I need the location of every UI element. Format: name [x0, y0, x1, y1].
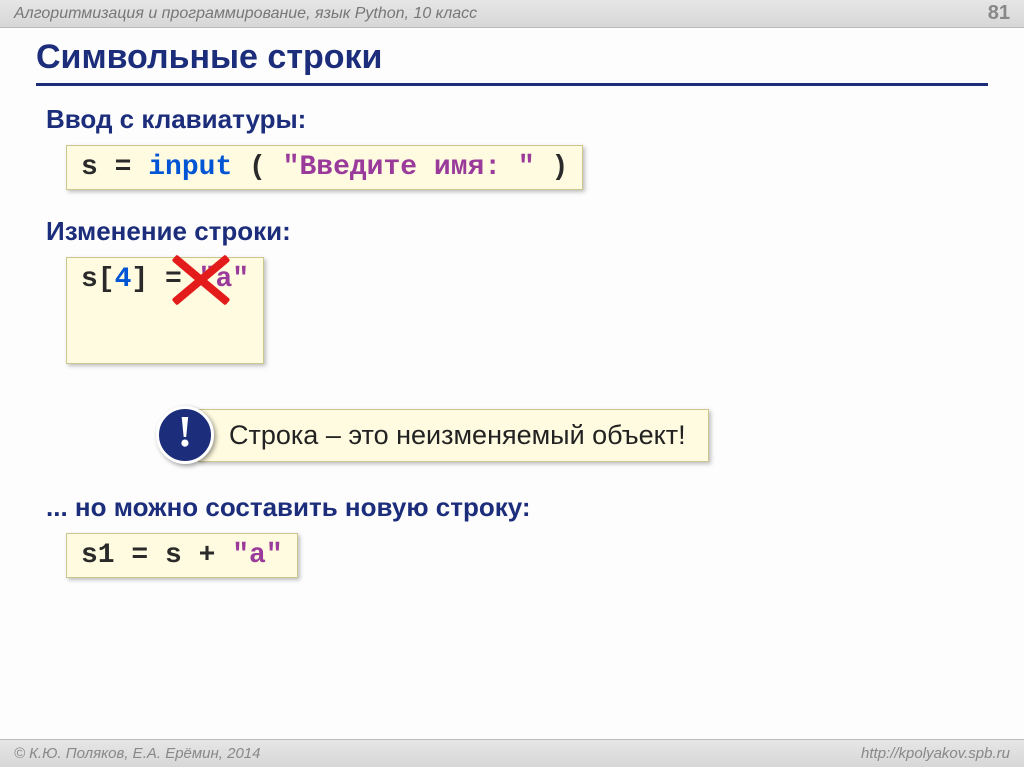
code-input-example: s = input ( "Введите имя: " )	[66, 145, 583, 190]
callout-text: Строка – это неизменяемый объект!	[198, 409, 709, 462]
section-input-heading: Ввод с клавиатуры:	[46, 104, 988, 135]
code-modify-example: s[4] = "a"	[66, 257, 264, 364]
section-compose-heading: ... но можно составить новую строку:	[46, 492, 988, 523]
footer-url: http://kpolyakov.spb.ru	[861, 745, 1010, 762]
slide-content: Символьные строки Ввод с клавиатуры: s =…	[0, 28, 1024, 598]
code-compose-example: s1 = s + "a"	[66, 533, 298, 578]
section-modify-heading: Изменение строки:	[46, 216, 988, 247]
exclamation-icon: !	[156, 406, 214, 464]
copyright-icon: ©	[14, 745, 25, 762]
header-bar: Алгоритмизация и программирование, язык …	[0, 0, 1024, 28]
slide-title: Символьные строки	[36, 38, 988, 86]
copyright: © К.Ю. Поляков, Е.А. Ерёмин, 2014	[14, 745, 260, 762]
copyright-text: К.Ю. Поляков, Е.А. Ерёмин, 2014	[29, 745, 260, 762]
callout: ! Строка – это неизменяемый объект!	[156, 406, 988, 464]
footer-bar: © К.Ю. Поляков, Е.А. Ерёмин, 2014 http:/…	[0, 739, 1024, 767]
page-number: 81	[988, 2, 1010, 25]
course-title: Алгоритмизация и программирование, язык …	[14, 5, 477, 23]
